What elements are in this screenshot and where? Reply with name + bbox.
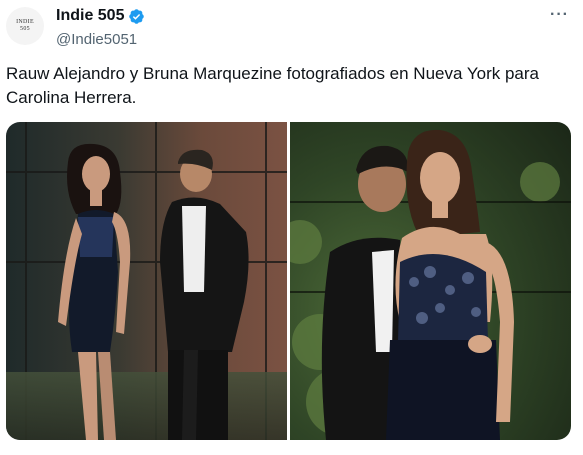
avatar-text-line1: INDIE <box>16 19 34 25</box>
photo-right[interactable] <box>290 122 571 440</box>
tweet-text-line2: Carolina Herrera. <box>6 88 137 107</box>
avatar-text-line2: 505 <box>20 26 30 32</box>
name-row: Indie 505 <box>56 6 145 26</box>
display-name[interactable]: Indie 505 <box>56 7 124 25</box>
tweet-text-line1: Rauw Alejandro y Bruna Marquezine fotogr… <box>6 64 540 83</box>
tweet-card[interactable]: INDIE 505 Indie 505 @Indie5051 ··· Rauw … <box>0 0 583 455</box>
tweet-text: Rauw Alejandro y Bruna Marquezine fotogr… <box>6 62 571 110</box>
media-grid <box>6 122 571 440</box>
photo-left[interactable] <box>6 122 287 440</box>
more-dots-icon[interactable]: ··· <box>550 6 569 24</box>
tweet-header: Indie 505 @Indie5051 <box>56 6 145 48</box>
avatar[interactable]: INDIE 505 <box>6 7 44 45</box>
user-handle[interactable]: @Indie5051 <box>56 31 145 48</box>
verified-badge-icon[interactable] <box>128 8 145 25</box>
